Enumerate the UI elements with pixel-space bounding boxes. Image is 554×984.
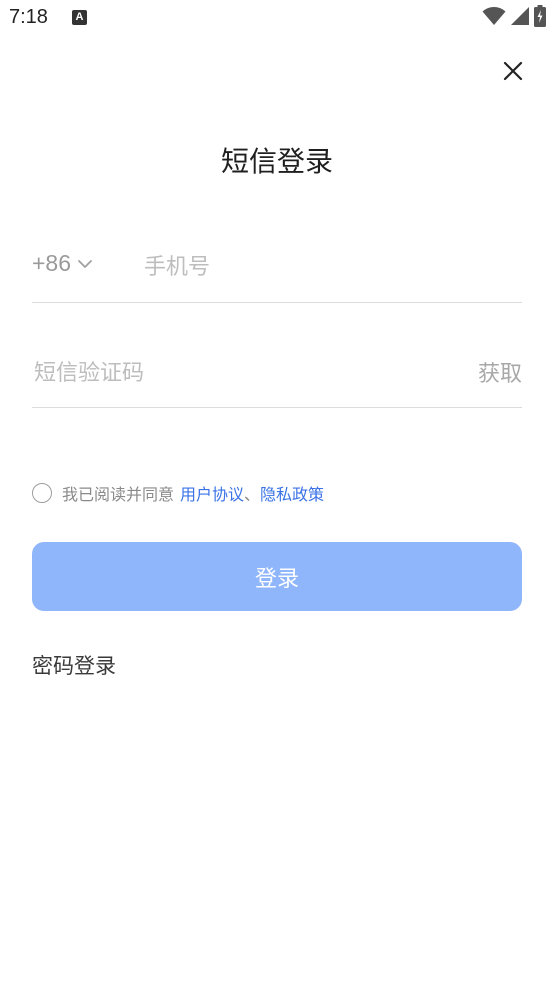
country-code-selector[interactable]: +86 [32,250,93,277]
sms-code-row: 获取 [32,340,522,408]
agreement-row: 我已阅读并同意 用户协议 、 隐私政策 [32,480,324,506]
phone-input[interactable] [142,246,516,288]
agreement-separator: 、 [244,485,261,504]
login-button[interactable]: 登录 [32,542,522,611]
agreement-prefix: 我已阅读并同意 [62,485,175,504]
notification-a-icon: A [72,10,87,25]
privacy-policy-link[interactable]: 隐私政策 [260,481,324,505]
country-code-label: +86 [32,250,72,276]
battery-charging-icon [534,5,546,31]
sms-code-input[interactable] [32,352,396,394]
close-icon [503,61,523,81]
page-title: 短信登录 [220,145,333,178]
signal-icon [510,6,530,30]
phone-row: +86 [32,236,522,303]
password-login-link[interactable]: 密码登录 [32,650,116,680]
wifi-icon [482,6,506,30]
chevron-down-icon [78,259,92,268]
close-button[interactable] [498,56,528,86]
status-time: 7:18 [9,6,48,28]
status-icons [482,5,546,31]
get-code-button[interactable]: 获取 [478,356,522,388]
status-bar: 7:18 A [0,0,554,38]
user-agreement-link[interactable]: 用户协议 [180,481,244,505]
agree-checkbox[interactable] [32,483,52,503]
